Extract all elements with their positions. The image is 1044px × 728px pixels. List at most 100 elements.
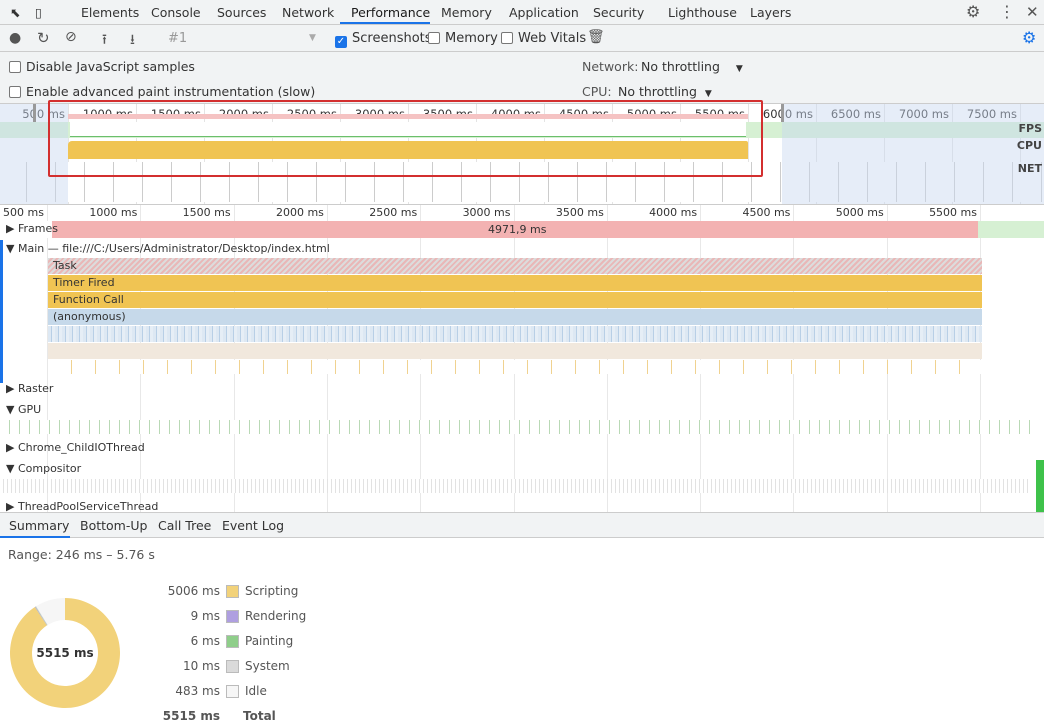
highlight-annotation-box bbox=[48, 100, 763, 177]
record-icon[interactable]: ● bbox=[9, 30, 21, 46]
selection-handle-left[interactable] bbox=[33, 104, 36, 122]
legend-system-ms: 10 ms bbox=[182, 659, 220, 673]
timeline-tick-label: 5000 ms bbox=[835, 206, 884, 219]
close-icon[interactable]: ✕ bbox=[1026, 3, 1039, 21]
inspect-element-icon[interactable]: ⬉ bbox=[10, 5, 20, 20]
tab-layers[interactable]: Layers bbox=[750, 5, 791, 20]
call-stack-detail bbox=[48, 326, 982, 342]
tab-bottom-up[interactable]: Bottom-Up bbox=[80, 518, 147, 533]
legend-idle-label: Idle bbox=[245, 684, 267, 698]
chevron-down-icon[interactable]: ▼ bbox=[309, 33, 316, 43]
web-vitals-checkbox[interactable]: Web Vitals bbox=[501, 31, 586, 46]
function-call-event[interactable]: Function Call bbox=[48, 292, 982, 308]
settings-gear-icon[interactable]: ⚙ bbox=[966, 2, 980, 21]
capture-settings: Disable JavaScript samples Enable advanc… bbox=[0, 52, 1044, 104]
main-thread-selection-indicator bbox=[0, 240, 3, 383]
tab-network[interactable]: Network bbox=[282, 5, 334, 20]
fps-label: FPS bbox=[1018, 122, 1043, 135]
tab-memory[interactable]: Memory bbox=[441, 5, 492, 20]
timeline-tick-label: 4500 ms bbox=[742, 206, 791, 219]
download-icon[interactable]: ⭳ bbox=[130, 29, 135, 53]
timeline-tick-label: 3500 ms bbox=[555, 206, 604, 219]
flame-chart[interactable]: 500 ms 1000 ms 1500 ms 2000 ms 2500 ms 3000 m… bbox=[0, 205, 1044, 522]
device-toolbar-icon[interactable]: ▯ bbox=[35, 5, 42, 20]
devtools-tab-bar: ⬉ ▯ Elements Console Sources Network Per… bbox=[0, 0, 1044, 25]
screenshots-checkbox[interactable]: ✓ Screenshots bbox=[335, 31, 432, 48]
tab-sources[interactable]: Sources bbox=[217, 5, 266, 20]
legend-rendering-label: Rendering bbox=[245, 609, 307, 623]
timeline-tick-label: 2000 ms bbox=[275, 206, 324, 219]
legend-system-swatch bbox=[226, 660, 239, 673]
active-tab-indicator bbox=[0, 536, 70, 538]
profile-select[interactable]: #1 bbox=[168, 31, 187, 46]
legend-idle-ms: 483 ms bbox=[175, 684, 220, 698]
disable-js-samples-checkbox[interactable]: Disable JavaScript samples bbox=[9, 59, 195, 74]
main-thread-toggle[interactable]: ▼ Main — file:///C:/Users/Administrator/… bbox=[6, 242, 330, 255]
legend-painting-ms: 6 ms bbox=[190, 634, 220, 648]
childio-section-toggle[interactable]: ▶ Chrome_ChildIOThread bbox=[6, 441, 145, 454]
tab-application[interactable]: Application bbox=[509, 5, 579, 20]
timeline-tick-label: 1500 ms bbox=[182, 206, 231, 219]
more-options-icon[interactable]: ⋮ bbox=[999, 2, 1015, 21]
cpu-label: CPU bbox=[1016, 139, 1042, 152]
timeline-tick-label: 500 ms bbox=[3, 206, 44, 219]
frames-section-toggle[interactable]: ▶ Frames bbox=[6, 222, 58, 235]
chevron-down-icon: ▼ bbox=[735, 64, 743, 74]
gpu-section-toggle[interactable]: ▼ GPU bbox=[6, 403, 41, 416]
timeline-tick-label: 4000 ms bbox=[649, 206, 698, 219]
selection-handle-right[interactable] bbox=[781, 104, 784, 122]
legend-scripting-ms: 5006 ms bbox=[167, 584, 220, 598]
checkbox-icon bbox=[9, 61, 21, 73]
range-label: Range: 246 ms – 5.76 s bbox=[8, 547, 155, 562]
legend-rendering-ms: 9 ms bbox=[190, 609, 220, 623]
capture-settings-gear-icon[interactable]: ⚙ bbox=[1022, 28, 1036, 47]
details-tab-bar: Summary Bottom-Up Call Tree Event Log bbox=[0, 512, 1044, 538]
frame-duration: 4971,9 ms bbox=[488, 223, 547, 236]
chevron-down-icon: ▼ bbox=[704, 89, 712, 99]
overview-unselected-right bbox=[782, 104, 1044, 204]
gpu-track bbox=[0, 420, 1030, 434]
legend-idle-swatch bbox=[226, 685, 239, 698]
network-label: Network: bbox=[582, 59, 639, 74]
checkbox-checked-icon: ✓ bbox=[335, 36, 347, 48]
performance-toolbar: ● ↻ ⊘ ⭱ ⭳ #1 ▼ ✓ Screenshots Memory Web V… bbox=[0, 25, 1044, 52]
reload-icon[interactable]: ↻ bbox=[37, 29, 50, 47]
advanced-paint-checkbox[interactable]: Enable advanced paint instrumentation (s… bbox=[9, 84, 315, 99]
upload-icon[interactable]: ⭱ bbox=[102, 29, 107, 53]
checkbox-icon bbox=[501, 32, 513, 44]
compositor-track bbox=[0, 479, 1030, 493]
total-ms: 5515 ms bbox=[162, 709, 220, 723]
compositor-section-toggle[interactable]: ▼ Compositor bbox=[6, 462, 81, 475]
tab-performance[interactable]: Performance bbox=[351, 5, 430, 20]
checkbox-icon bbox=[428, 32, 440, 44]
legend-painting-label: Painting bbox=[245, 634, 294, 648]
tab-call-tree[interactable]: Call Tree bbox=[158, 518, 211, 533]
cpu-throttling-select[interactable]: No throttling ▼ bbox=[618, 84, 712, 99]
tab-console[interactable]: Console bbox=[151, 5, 201, 20]
network-throttling-select[interactable]: No throttling ▼ bbox=[641, 59, 743, 74]
timeline-tick-label: 5500 ms bbox=[929, 206, 977, 219]
tab-event-log[interactable]: Event Log bbox=[222, 518, 284, 533]
tab-security[interactable]: Security bbox=[593, 5, 644, 20]
raster-section-toggle[interactable]: ▶ Raster bbox=[6, 382, 53, 395]
net-label: NET bbox=[1017, 162, 1042, 175]
tab-summary[interactable]: Summary bbox=[9, 518, 69, 533]
frames-tail bbox=[978, 221, 1044, 238]
memory-checkbox[interactable]: Memory bbox=[428, 31, 498, 46]
tab-lighthouse[interactable]: Lighthouse bbox=[668, 5, 737, 20]
clear-icon[interactable]: ⊘ bbox=[65, 29, 77, 45]
total-label: Total bbox=[243, 709, 276, 723]
cpu-label: CPU: bbox=[582, 84, 612, 99]
timer-fired-event[interactable]: Timer Fired bbox=[48, 275, 982, 291]
call-stack-detail-3 bbox=[48, 360, 982, 374]
legend-painting-swatch bbox=[226, 635, 239, 648]
tab-elements[interactable]: Elements bbox=[81, 5, 139, 20]
trash-icon[interactable]: 🗑 bbox=[587, 29, 605, 45]
legend-system-label: System bbox=[245, 659, 290, 673]
legend-scripting-label: Scripting bbox=[245, 584, 299, 598]
legend-rendering-swatch bbox=[226, 610, 239, 623]
anonymous-event[interactable]: (anonymous) bbox=[48, 309, 982, 325]
task-event[interactable]: Task bbox=[48, 258, 982, 274]
call-stack-detail-2 bbox=[48, 343, 982, 359]
timeline-tick-label: 1000 ms bbox=[89, 206, 138, 219]
